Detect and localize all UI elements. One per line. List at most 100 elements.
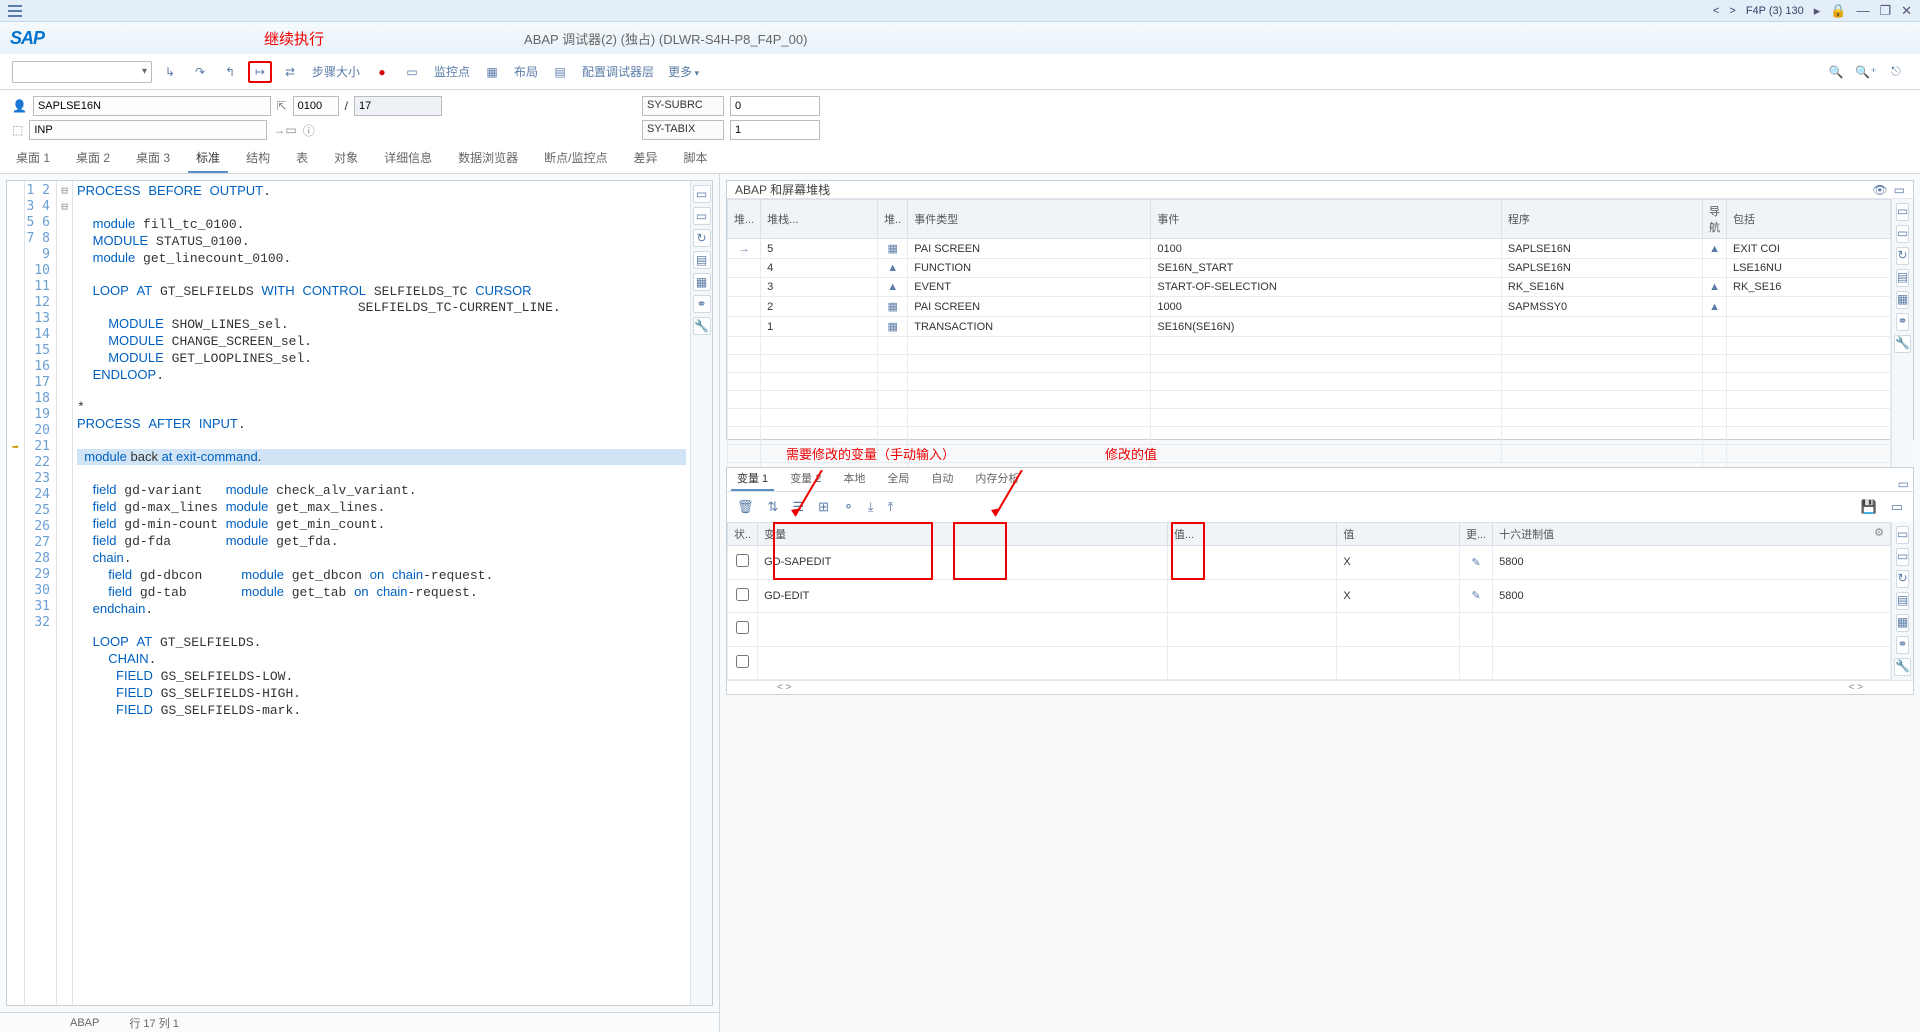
config-icon[interactable]: ▤ <box>548 61 572 83</box>
nav-icon[interactable]: ⇱ <box>277 99 287 113</box>
filter-icon[interactable]: ⇅ <box>768 499 779 515</box>
export-icon[interactable]: ⤓ <box>868 499 874 515</box>
panel-expand-icon[interactable]: ▭ <box>1891 499 1903 515</box>
menu-icon[interactable] <box>8 5 22 17</box>
delete-icon[interactable]: 🗑 <box>737 499 754 515</box>
config-label[interactable]: 配置调试器层 <box>582 63 654 80</box>
stack-tool-4-icon[interactable]: ▤ <box>1896 269 1909 287</box>
var-row[interactable] <box>728 613 1891 647</box>
tool-7-icon[interactable]: 🔧 <box>693 317 711 335</box>
step-out-icon[interactable]: ↰ <box>218 61 242 83</box>
tool-3-icon[interactable]: ↻ <box>693 229 711 247</box>
mode-field[interactable] <box>29 120 267 140</box>
save-icon[interactable]: 💾 <box>1861 499 1877 515</box>
list-icon[interactable]: ☰ <box>792 499 804 515</box>
tool-5-icon[interactable]: ▦ <box>693 273 711 291</box>
step-size-label[interactable]: 步骤大小 <box>312 63 360 80</box>
program-field[interactable] <box>33 96 271 116</box>
var-tool-6-icon[interactable]: ⚭ <box>1896 636 1908 654</box>
stack-row[interactable]: 3▲EVENTSTART-OF-SELECTIONRK_SE16N▲RK_SE1… <box>728 278 1891 297</box>
line-a-field[interactable] <box>293 96 339 116</box>
stack-tool-5-icon[interactable]: ▦ <box>1896 291 1909 309</box>
watchpoint-icon[interactable]: ▭ <box>400 61 424 83</box>
tab-6[interactable]: 对象 <box>326 144 366 173</box>
stack-tool-7-icon[interactable]: 🔧 <box>1894 335 1911 353</box>
step-config-icon[interactable]: ⇄ <box>278 61 302 83</box>
minimize-icon[interactable]: — <box>1856 3 1869 18</box>
tab-8[interactable]: 数据浏览器 <box>450 144 526 173</box>
vartab-0[interactable]: 变量 1 <box>731 467 774 491</box>
tab-11[interactable]: 脚本 <box>676 144 716 173</box>
var-tool-1-icon[interactable]: ▭ <box>1896 526 1909 544</box>
vartab-5[interactable]: 内存分析 <box>969 467 1025 491</box>
tab-0[interactable]: 桌面 1 <box>8 144 58 173</box>
tab-1[interactable]: 桌面 2 <box>68 144 118 173</box>
window-icon[interactable]: ❐ <box>1879 3 1891 19</box>
goto-icon[interactable]: →▭ <box>273 123 296 137</box>
lock-icon[interactable]: 🔒 <box>1830 3 1846 19</box>
vartab-1[interactable]: 变量 2 <box>784 467 827 491</box>
search-plus-icon[interactable]: 🔍⁺ <box>1854 61 1878 83</box>
code-content[interactable]: PROCESS BEFORE OUTPUT. module fill_tc_01… <box>73 181 690 1005</box>
nav-next-icon[interactable]: > <box>1729 5 1735 17</box>
layout-label[interactable]: 布局 <box>514 63 538 80</box>
eye-icon[interactable]: 👁 <box>1872 183 1887 197</box>
step-into-icon[interactable]: ↳ <box>158 61 182 83</box>
stack-row[interactable]: 4▲FUNCTIONSE16N_STARTSAPLSE16NLSE16NU <box>728 259 1891 278</box>
stack-tool-2-icon[interactable]: ▭ <box>1896 225 1909 243</box>
hier-icon[interactable]: ⚬ <box>843 499 854 515</box>
vartab-2[interactable]: 本地 <box>837 467 871 491</box>
nav-prev-icon[interactable]: < <box>1713 5 1719 17</box>
toolbar: ↳ ↷ ↰ ↦ ⇄ 步骤大小 ● ▭ 监控点 ▦ 布局 ▤ 配置调试器层 更多 … <box>0 54 1920 90</box>
tab-2[interactable]: 桌面 3 <box>128 144 178 173</box>
tab-9[interactable]: 断点/监控点 <box>536 144 615 173</box>
stack-tool-3-icon[interactable]: ↻ <box>1896 247 1908 265</box>
tab-5[interactable]: 表 <box>288 144 316 173</box>
stack-tool-1-icon[interactable]: ▭ <box>1896 203 1909 221</box>
tab-4[interactable]: 结构 <box>238 144 278 173</box>
var-row[interactable]: GD-SAPEDITX✎5800 <box>728 546 1891 580</box>
exit-icon[interactable]: ⎋ <box>1884 61 1908 83</box>
variables-table[interactable]: 状..变量值...值更...十六进制值 ⚙ GD-SAPEDITX✎5800GD… <box>727 522 1891 680</box>
var-tool-2-icon[interactable]: ▭ <box>1896 548 1909 566</box>
more-menu[interactable]: 更多 <box>668 63 699 80</box>
stack-table[interactable]: 堆...堆栈...堆..事件类型事件程序导航包括 →5▦PAI SCREEN01… <box>727 199 1891 481</box>
var-tool-3-icon[interactable]: ↻ <box>1896 570 1908 588</box>
tool-6-icon[interactable]: ⚭ <box>693 295 711 313</box>
screen-icon[interactable]: ▸ <box>1814 3 1821 19</box>
stack-row[interactable]: 2▦PAI SCREEN1000SAPMSSY0▲ <box>728 297 1891 317</box>
tab-7[interactable]: 详细信息 <box>376 144 440 173</box>
stack-row[interactable]: 1▦TRANSACTIONSE16N(SE16N) <box>728 317 1891 337</box>
tab-10[interactable]: 差异 <box>625 144 665 173</box>
import-icon[interactable]: ⤒ <box>888 499 894 515</box>
breakpoint-icon[interactable]: ● <box>370 61 394 83</box>
tool-1-icon[interactable]: ▭ <box>693 185 711 203</box>
info-icon[interactable]: ⓘ <box>303 122 315 139</box>
sy-tabix-value[interactable] <box>730 120 820 140</box>
var-tool-7-icon[interactable]: 🔧 <box>1894 658 1911 676</box>
stack-tool-6-icon[interactable]: ⚭ <box>1896 313 1908 331</box>
vartab-3[interactable]: 全局 <box>881 467 915 491</box>
h-scrollbar[interactable]: < >< > <box>727 680 1913 694</box>
close-icon[interactable]: ✕ <box>1901 3 1912 19</box>
var-tool-4-icon[interactable]: ▤ <box>1896 592 1909 610</box>
stack-row[interactable]: →5▦PAI SCREEN0100SAPLSE16N▲EXIT COI <box>728 239 1891 259</box>
layout-icon[interactable]: ▦ <box>480 61 504 83</box>
editor-status: ABAP 行 17 列 1 <box>0 1012 719 1032</box>
var-row[interactable]: GD-EDITX✎5800 <box>728 579 1891 613</box>
expand-icon[interactable]: ▭ <box>1894 183 1905 197</box>
vartab-4[interactable]: 自动 <box>925 467 959 491</box>
tool-4-icon[interactable]: ▤ <box>693 251 711 269</box>
continue-icon[interactable]: ↦ <box>248 61 272 83</box>
search-icon[interactable]: 🔍 <box>1824 61 1848 83</box>
watchpoint-label[interactable]: 监控点 <box>434 63 470 80</box>
tool-2-icon[interactable]: ▭ <box>693 207 711 225</box>
command-field[interactable] <box>12 61 152 83</box>
var-tool-5-icon[interactable]: ▦ <box>1896 614 1909 632</box>
sy-subrc-value[interactable] <box>730 96 820 116</box>
step-over-icon[interactable]: ↷ <box>188 61 212 83</box>
var-row[interactable] <box>728 646 1891 680</box>
vartabs-expand-icon[interactable]: ▭ <box>1898 477 1909 491</box>
tab-3[interactable]: 标准 <box>188 144 228 173</box>
tree-icon[interactable]: ⊞ <box>818 499 829 515</box>
